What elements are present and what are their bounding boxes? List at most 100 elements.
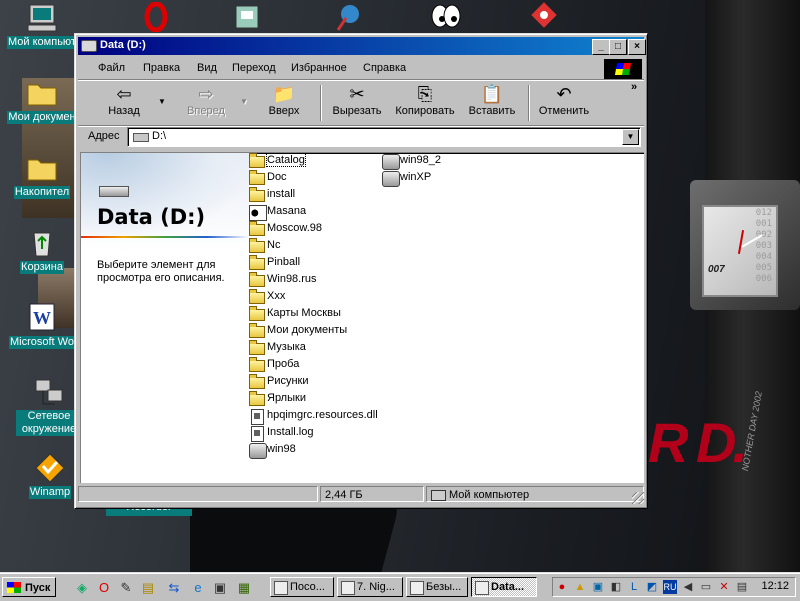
start-button[interactable]: Пуск	[2, 577, 56, 597]
copy-button[interactable]: ⎘ Копировать	[391, 83, 459, 117]
tray-icon[interactable]: ▣	[591, 580, 605, 594]
menu-go[interactable]: Переход	[232, 62, 276, 74]
up-button[interactable]: 📁 Вверх	[260, 83, 308, 117]
folder-icon	[249, 272, 265, 287]
maximize-button[interactable]: □	[609, 39, 627, 55]
window-titlebar[interactable]: Data (D:) _ □ ×	[78, 37, 646, 55]
desktop-icon-recycle-bin[interactable]: Корзина	[2, 227, 82, 274]
desktop-icon-word[interactable]: W Microsoft Wo	[2, 302, 82, 349]
task-button-active[interactable]: Data...	[471, 577, 537, 597]
tv-icon[interactable]: ▣	[212, 580, 228, 596]
menu-view[interactable]: Вид	[197, 62, 217, 74]
file-name: Nc	[267, 239, 281, 251]
scissors-icon: ✂	[349, 84, 365, 104]
network-icon[interactable]: ⇆	[166, 580, 182, 596]
undo-button[interactable]: ↶ Отменить	[536, 83, 592, 117]
winamp-icon	[341, 581, 355, 595]
show-desktop-icon[interactable]: ◈	[74, 580, 90, 596]
watch-digit: 012	[755, 208, 772, 218]
menu-file[interactable]: Файл	[98, 62, 125, 74]
desktop-icon-my-documents[interactable]: Мои докумен	[2, 77, 82, 124]
status-text	[78, 486, 318, 502]
tray-icon[interactable]: ◧	[609, 580, 623, 594]
tray-icon[interactable]: ▭	[699, 580, 713, 594]
notepad-icon[interactable]: ✎	[118, 580, 134, 596]
close-button[interactable]: ×	[628, 39, 646, 55]
folder-icon	[249, 374, 265, 389]
menu-favorites[interactable]: Избранное	[291, 62, 347, 74]
task-button[interactable]: Безы...	[406, 577, 468, 597]
disk-image-icon	[249, 443, 267, 459]
status-location: Мой компьютер	[426, 486, 644, 502]
back-dropdown-icon[interactable]: ▼	[158, 97, 166, 106]
task-button[interactable]: Посо...	[270, 577, 334, 597]
disk-image-icon	[382, 171, 400, 187]
paste-button[interactable]: 📋 Вставить	[464, 83, 520, 117]
tray-icon[interactable]: ▲	[573, 580, 587, 594]
tray-icon[interactable]: ✕	[717, 580, 731, 594]
opera-icon[interactable]	[140, 1, 172, 34]
file-name: Install.log	[267, 426, 314, 438]
forward-arrow-icon: ⇨	[198, 84, 214, 104]
explorer-window[interactable]: Data (D:) _ □ × Файл Правка Вид Переход …	[74, 33, 648, 509]
network-app-icon[interactable]	[332, 2, 364, 34]
toolbar-more-button[interactable]: »	[631, 81, 637, 93]
task-button[interactable]: 7. Nig...	[337, 577, 403, 597]
cut-label: Вырезать	[332, 105, 382, 117]
file-list: Catalog Doc install Masana Moscow.98 Nc …	[249, 153, 644, 483]
address-dropdown-button[interactable]: ▼	[622, 129, 639, 145]
file-name: Doc	[267, 171, 287, 183]
file-name: win98	[267, 443, 296, 455]
file-name: hpqimgrc.resources.dll	[267, 409, 378, 421]
explorer-icon[interactable]: ▤	[140, 580, 156, 596]
desktop-icon-label: Накопител	[13, 186, 71, 199]
folder-icon	[249, 255, 265, 270]
forward-button[interactable]: ⇨ Вперед	[178, 83, 234, 117]
my-documents-folder-icon	[249, 323, 265, 338]
desktop-icon-briefcase[interactable]: Накопител	[2, 152, 82, 199]
status-bar: 2,44 ГБ Мой компьютер	[78, 486, 644, 504]
tray-icon[interactable]: ▤	[735, 580, 749, 594]
forward-dropdown-icon[interactable]: ▼	[240, 97, 248, 106]
media-icon[interactable]: ▦	[236, 580, 252, 596]
clock[interactable]: 12:12	[761, 580, 789, 592]
language-indicator[interactable]: RU	[663, 580, 677, 594]
folder-icon	[249, 306, 265, 321]
tray-icon[interactable]: ◩	[645, 580, 659, 594]
image-file-icon	[249, 205, 267, 221]
opera-icon[interactable]: O	[96, 580, 112, 596]
flower-icon[interactable]	[528, 2, 560, 34]
cut-button[interactable]: ✂ Вырезать	[328, 83, 386, 117]
folder-view[interactable]: Data (D:) Выберите элемент для просмотра…	[80, 152, 644, 483]
resize-grip[interactable]	[632, 492, 644, 504]
tray-icon[interactable]: L	[627, 580, 641, 594]
my-documents-icon	[26, 77, 58, 109]
eyes-icon[interactable]	[430, 2, 462, 34]
minimize-button[interactable]: _	[592, 39, 610, 55]
wallpaper-red-text: R D.	[648, 411, 748, 474]
clipboard-icon: 📋	[480, 84, 504, 104]
toolbar: ⇦ Назад ▼ ⇨ Вперед ▼ 📁 Вверх ✂ Вырезать …	[78, 81, 644, 125]
file-name: Catalog	[266, 153, 306, 167]
apple-icon[interactable]: ●	[555, 580, 569, 594]
speaker-icon[interactable]: ◀	[681, 580, 695, 594]
windows-logo-icon	[604, 59, 642, 79]
web-view-pane: Data (D:) Выберите элемент для просмотра…	[81, 153, 251, 483]
windows-logo-icon	[7, 582, 21, 593]
window-title: Data (D:)	[100, 39, 146, 51]
menu-help[interactable]: Справка	[363, 62, 406, 74]
desktop-icon-label: Корзина	[20, 261, 64, 274]
file-name: Музыка	[267, 341, 306, 353]
toolbar-separator	[528, 85, 530, 121]
watch-digit: 006	[755, 274, 772, 284]
control-panel-icon[interactable]	[232, 2, 264, 34]
recycle-bin-icon	[26, 227, 58, 259]
address-input[interactable]: D:\ ▼	[127, 127, 641, 147]
windows-flag	[614, 63, 632, 75]
menu-edit[interactable]: Правка	[143, 62, 180, 74]
back-button[interactable]: ⇦ Назад	[96, 83, 152, 117]
task-label: Data...	[491, 581, 525, 593]
file-name: install	[267, 188, 296, 200]
ie-icon[interactable]: e	[190, 580, 206, 596]
desktop-icon-my-computer[interactable]: Мой компьют	[2, 2, 82, 49]
